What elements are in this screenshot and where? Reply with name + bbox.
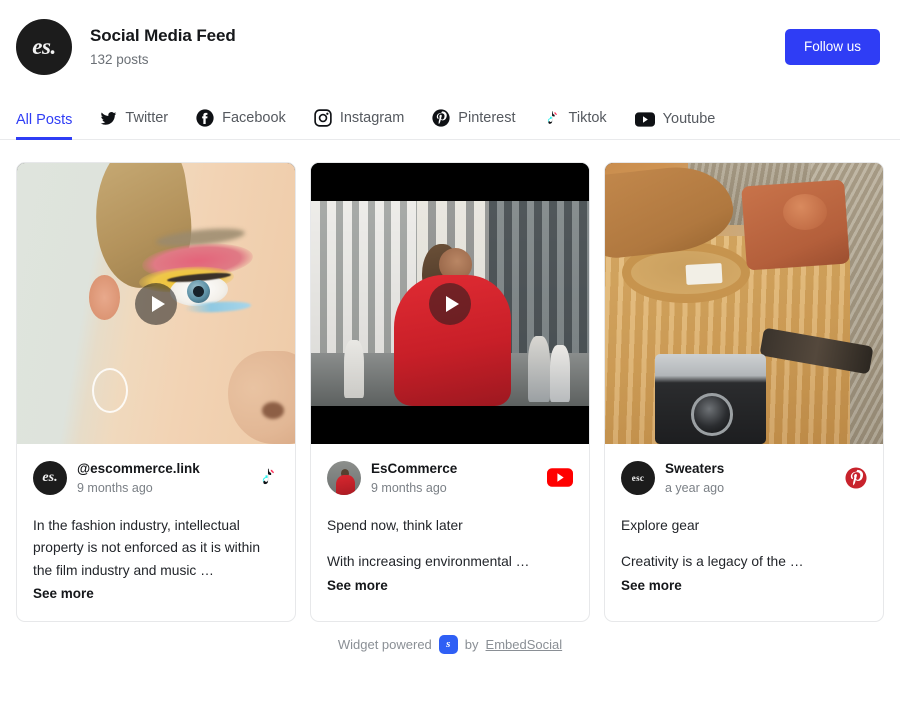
youtube-icon: [547, 468, 573, 488]
post-timestamp: 9 months ago: [77, 480, 153, 495]
embedsocial-link[interactable]: EmbedSocial: [486, 637, 563, 652]
tiktok-icon: [258, 467, 279, 488]
post-meta: EsCommerce 9 months ago: [327, 460, 573, 496]
tab-label: Twitter: [125, 110, 169, 127]
social-media-feed-widget: es. Social Media Feed 132 posts Follow u…: [0, 0, 900, 719]
play-triangle-icon: [445, 295, 459, 312]
pinterest-icon: [432, 109, 450, 127]
see-more-link[interactable]: See more: [327, 578, 388, 593]
post-text-line-1: Spend now, think later: [327, 517, 463, 533]
instagram-icon: [314, 109, 332, 127]
tab-label: Facebook: [222, 109, 286, 126]
post-card[interactable]: es. @escommerce.link 9 months ago In the…: [16, 162, 296, 623]
text-spacer: [621, 537, 867, 551]
post-body: es. @escommerce.link 9 months ago In the…: [17, 444, 295, 621]
post-timestamp: a year ago: [665, 480, 725, 495]
tab-label: Instagram: [339, 109, 405, 126]
tab-tiktok[interactable]: Tiktok: [544, 110, 607, 139]
tiktok-icon: [544, 110, 561, 127]
post-media[interactable]: [311, 163, 589, 444]
widget-footer: Widget powered s by EmbedSocial: [0, 622, 900, 666]
post-body: EsCommerce 9 months ago Spend now, think…: [311, 444, 589, 621]
see-more-link[interactable]: See more: [33, 586, 94, 601]
play-button[interactable]: [135, 282, 177, 325]
post-text-line-2: Creativity is a legacy of the …: [621, 554, 804, 570]
follow-us-button[interactable]: Follow us: [784, 29, 880, 65]
post-timestamp: 9 months ago: [371, 480, 447, 495]
widget-header: es. Social Media Feed 132 posts Follow u…: [0, 0, 900, 88]
tab-all-posts[interactable]: All Posts: [16, 111, 73, 140]
footer-prefix: Widget powered: [337, 636, 432, 652]
post-author-block: @escommerce.link 9 months ago: [77, 460, 248, 496]
pinterest-icon: [845, 467, 867, 489]
post-count: 132 posts: [90, 52, 149, 68]
brand-avatar: es.: [16, 19, 72, 75]
media-image-sweater-camera: [605, 163, 883, 444]
post-text: In the fashion industry, intellectual pr…: [33, 517, 260, 578]
post-author-block: Sweaters a year ago: [665, 460, 835, 496]
tab-youtube[interactable]: Youtube: [634, 111, 716, 139]
tab-label: Pinterest: [458, 109, 516, 126]
tab-twitter[interactable]: Twitter: [100, 110, 168, 139]
tab-label: Tiktok: [568, 110, 607, 127]
tab-facebook[interactable]: Facebook: [196, 109, 286, 139]
see-more-link[interactable]: See more: [621, 578, 682, 593]
twitter-icon: [100, 110, 117, 127]
post-text-line-1: Explore gear: [621, 517, 700, 533]
page-title: Social Media Feed: [90, 26, 236, 46]
tab-pinterest[interactable]: Pinterest: [432, 109, 516, 139]
post-body: esc Sweaters a year ago Explore gear Cre…: [605, 444, 883, 621]
post-author-block: EsCommerce 9 months ago: [371, 460, 537, 496]
avatar: es.: [33, 460, 67, 495]
avatar: [327, 460, 361, 495]
posts-grid: es. @escommerce.link 9 months ago In the…: [0, 140, 900, 623]
post-author: EsCommerce: [371, 461, 458, 476]
embedsocial-badge-icon: s: [438, 634, 458, 654]
post-text: Explore gear Creativity is a legacy of t…: [621, 515, 867, 574]
post-text-line-2: With increasing environmental …: [327, 554, 530, 570]
tab-label: Youtube: [662, 111, 716, 128]
post-card[interactable]: esc Sweaters a year ago Explore gear Cre…: [604, 162, 884, 623]
post-text: Spend now, think later With increasing e…: [327, 515, 573, 574]
post-meta: es. @escommerce.link 9 months ago: [33, 460, 279, 496]
play-button[interactable]: [429, 282, 471, 325]
facebook-icon: [196, 109, 214, 127]
post-card[interactable]: EsCommerce 9 months ago Spend now, think…: [310, 162, 590, 623]
post-media[interactable]: [605, 163, 883, 444]
tab-label: All Posts: [16, 111, 73, 128]
platform-tabs: All Posts Twitter Facebook Instagram Pin: [0, 88, 900, 140]
post-author: Sweaters: [665, 461, 725, 476]
youtube-icon: [634, 112, 655, 127]
avatar: esc: [621, 460, 655, 495]
play-triangle-icon: [151, 295, 165, 312]
brand-text-block: Social Media Feed 132 posts: [90, 25, 785, 68]
footer-middle: by: [464, 636, 479, 652]
post-meta: esc Sweaters a year ago: [621, 460, 867, 496]
post-author: @escommerce.link: [77, 461, 200, 476]
text-spacer: [327, 537, 573, 551]
tab-instagram[interactable]: Instagram: [314, 109, 404, 139]
post-media[interactable]: [17, 163, 295, 444]
